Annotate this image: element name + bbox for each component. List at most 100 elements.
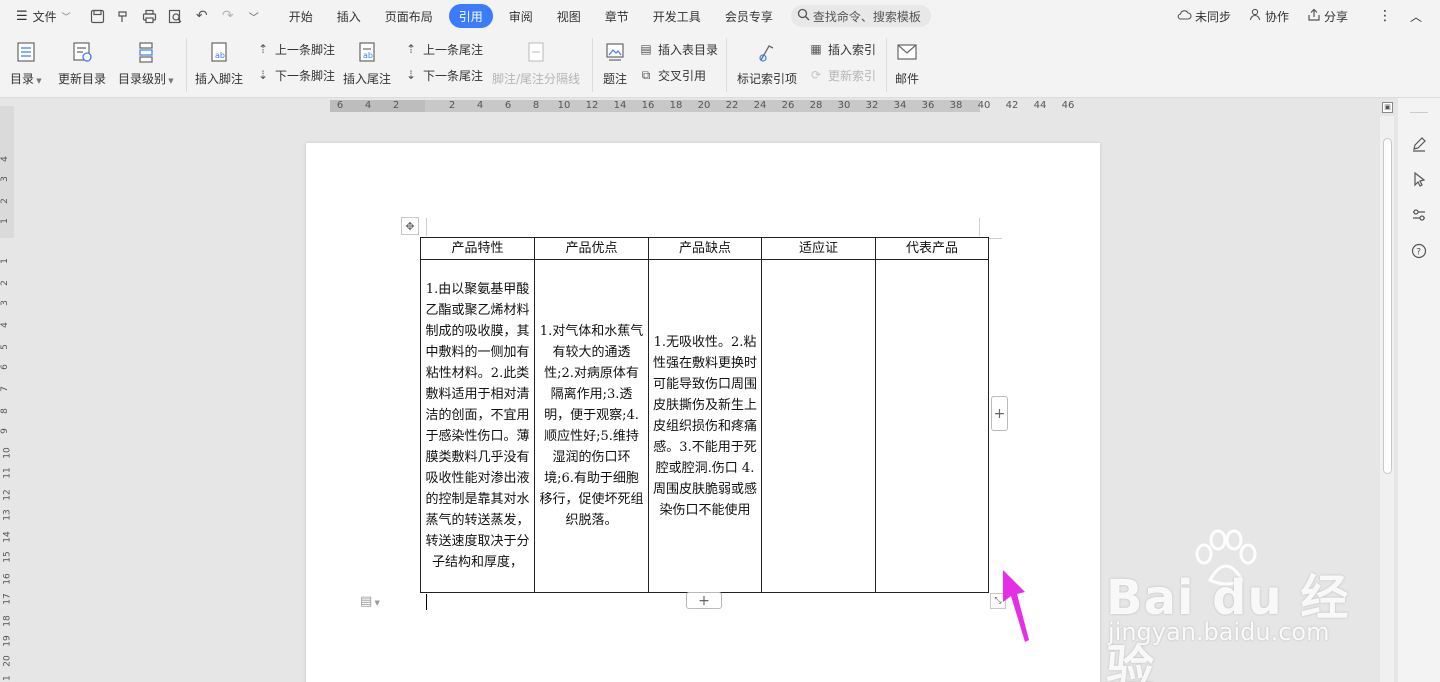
ruler-number: 5 <box>0 344 10 350</box>
tab-review[interactable]: 审阅 <box>497 4 545 28</box>
insert-footnote-label: 插入脚注 <box>195 72 244 86</box>
update-toc-icon <box>68 38 96 66</box>
insert-endnote-button[interactable]: ab 插入尾注 <box>343 32 391 87</box>
cloud-icon <box>1177 9 1192 24</box>
table-header-cell[interactable]: 产品缺点 <box>648 237 762 260</box>
table-move-handle-icon[interactable]: ✥ <box>401 217 419 235</box>
insert-table-of-figures-button[interactable]: ▤ 插入表目录 <box>637 39 718 59</box>
svg-text:ab: ab <box>363 51 373 60</box>
update-index-button[interactable]: ⟳ 更新索引 <box>807 65 876 85</box>
next-footnote-icon: ⇣ <box>257 68 269 82</box>
help-icon[interactable]: ? <box>1408 240 1430 262</box>
tab-view[interactable]: 视图 <box>545 4 593 28</box>
tab-chapter[interactable]: 章节 <box>593 4 641 28</box>
table-header-cell[interactable]: 适应证 <box>761 237 876 260</box>
ruler-number: 10 <box>557 100 571 111</box>
tab-page-layout[interactable]: 页面布局 <box>373 4 445 28</box>
ruler-number: 12 <box>2 489 13 501</box>
prev-footnote-button[interactable]: ⇡ 上一条脚注 <box>254 39 335 59</box>
prev-endnote-button[interactable]: ⇡ 上一条尾注 <box>402 39 483 59</box>
note-separator-button[interactable]: 脚注/尾注分隔线 <box>492 32 580 87</box>
pen-icon[interactable] <box>1408 133 1430 155</box>
ruler-number: 13 <box>2 509 13 521</box>
mark-index-entry-button[interactable]: 标记索引项 <box>737 32 797 87</box>
ruler-number: 9 <box>0 428 10 434</box>
ruler-number: 18 <box>2 615 13 627</box>
tab-developer[interactable]: 开发工具 <box>641 4 713 28</box>
side-panel-divider <box>1410 112 1428 113</box>
save-icon[interactable] <box>85 4 111 28</box>
ruler-number: 4 <box>0 322 10 328</box>
add-column-button[interactable]: + <box>991 396 1008 431</box>
redo-icon[interactable]: ↷ <box>215 4 241 28</box>
more-options-icon[interactable]: ⋮ <box>1372 4 1398 28</box>
insert-index-button[interactable]: ▦ 插入索引 <box>807 39 876 59</box>
print-preview-icon[interactable] <box>163 4 189 28</box>
text-cursor <box>426 594 427 610</box>
table-cell[interactable]: 1.由以聚氨基甲酸乙酯或聚乙烯材料制成的吸收膜，其中敷料的一侧加有粘性材料。2.… <box>420 259 535 593</box>
insert-footnote-button[interactable]: ab 插入脚注 <box>195 32 243 87</box>
caption-button[interactable]: 题注 <box>601 32 629 87</box>
ruler-number: 18 <box>669 100 683 111</box>
scroll-top-icon[interactable]: ▣ <box>1382 102 1393 113</box>
ruler-number: 14 <box>613 100 627 111</box>
insert-table-of-figures-label: 插入表目录 <box>658 42 719 57</box>
note-separator-label: 脚注/尾注分隔线 <box>492 72 581 86</box>
settings-sliders-icon[interactable] <box>1408 204 1430 226</box>
format-painter-icon[interactable] <box>111 4 137 28</box>
select-pointer-icon[interactable] <box>1408 168 1430 190</box>
prev-footnote-label: 上一条脚注 <box>275 42 336 57</box>
command-search[interactable]: 查找命令、搜索模板 <box>790 5 931 27</box>
tab-references[interactable]: 引用 <box>448 4 493 28</box>
ruler-number: 40 <box>977 100 991 111</box>
table-header-cell[interactable]: 产品优点 <box>534 237 649 260</box>
toc-level-icon <box>132 38 160 66</box>
undo-icon[interactable]: ↶ <box>189 4 215 28</box>
ribbon-separator <box>592 38 593 92</box>
next-endnote-icon: ⇣ <box>405 68 417 82</box>
tab-home[interactable]: 开始 <box>277 4 325 28</box>
text-boundary-guide <box>979 218 980 236</box>
horizontal-ruler[interactable]: 6 4 2 2 4 6 8 10 12 14 16 18 20 22 24 26 28 30 32 34 36 38 40 4… <box>330 98 1090 116</box>
paragraph-layout-icon[interactable]: ▤ ▼ <box>360 594 380 609</box>
sync-status[interactable]: 未同步 <box>1171 4 1237 28</box>
mail-icon <box>893 38 921 66</box>
table-cell[interactable]: 1.无吸收性。2.粘性强在敷料更换时可能导致伤口周围皮肤撕伤及新生上皮组织损伤和… <box>648 259 762 593</box>
product-table[interactable]: 产品特性 产品优点 产品缺点 适应证 代表产品 1.由以聚氨基甲酸乙酯或聚乙烯材… <box>420 237 989 593</box>
file-menu[interactable]: ☰ 文件 ﹀ <box>10 4 77 28</box>
vertical-scrollbar[interactable]: ▣ <box>1380 102 1394 682</box>
text-boundary-guide <box>426 218 427 236</box>
vertical-ruler[interactable]: 4 3 2 1 1 2 3 4 5 6 7 8 9 10 11 12 13 14 15 16 17 18 19 20 21 <box>0 106 14 682</box>
toc-button[interactable]: 目录 ▼ <box>10 32 42 87</box>
ruler-number: 2 <box>0 280 10 286</box>
search-icon <box>797 8 810 24</box>
cross-reference-button[interactable]: ⧉ 交叉引用 <box>637 65 706 85</box>
collapse-ribbon-icon[interactable]: ︿ <box>1404 4 1428 28</box>
tab-member[interactable]: 会员专享 <box>713 4 785 28</box>
tab-insert[interactable]: 插入 <box>325 4 373 28</box>
update-toc-button[interactable]: 更新目录 <box>58 32 106 87</box>
table-cell[interactable] <box>875 259 989 593</box>
mark-index-entry-label: 标记索引项 <box>737 72 798 86</box>
update-toc-label: 更新目录 <box>58 72 107 86</box>
table-header-cell[interactable]: 产品特性 <box>420 237 535 260</box>
next-footnote-button[interactable]: ⇣ 下一条脚注 <box>254 65 335 85</box>
customize-toolbar-icon[interactable]: ﹀ <box>241 4 267 28</box>
mail-button[interactable]: 邮件 <box>893 32 921 87</box>
toc-level-button[interactable]: 目录级别 ▼ <box>118 32 174 87</box>
next-endnote-button[interactable]: ⇣ 下一条尾注 <box>402 65 483 85</box>
table-cell[interactable]: 1.对气体和水蕉气有较大的通透性;2.对病原体有隔离作用;3.透明，便于观察;4… <box>534 259 649 593</box>
ruler-number: 16 <box>2 573 13 585</box>
print-icon[interactable] <box>137 4 163 28</box>
ruler-number: 32 <box>865 100 879 111</box>
table-row: 1.由以聚氨基甲酸乙酯或聚乙烯材料制成的吸收膜，其中敷料的一侧加有粘性材料。2.… <box>420 259 989 593</box>
scrollbar-thumb[interactable] <box>1383 138 1392 474</box>
share-button[interactable]: 分享 <box>1301 4 1354 28</box>
prev-endnote-label: 上一条尾注 <box>423 42 484 57</box>
collaborate-button[interactable]: 协作 <box>1243 4 1295 28</box>
ruler-number: 21 <box>2 675 13 682</box>
table-header-cell[interactable]: 代表产品 <box>875 237 989 260</box>
table-cell[interactable] <box>761 259 876 593</box>
add-row-button[interactable]: + <box>686 592 722 609</box>
caption-label: 题注 <box>602 72 627 86</box>
